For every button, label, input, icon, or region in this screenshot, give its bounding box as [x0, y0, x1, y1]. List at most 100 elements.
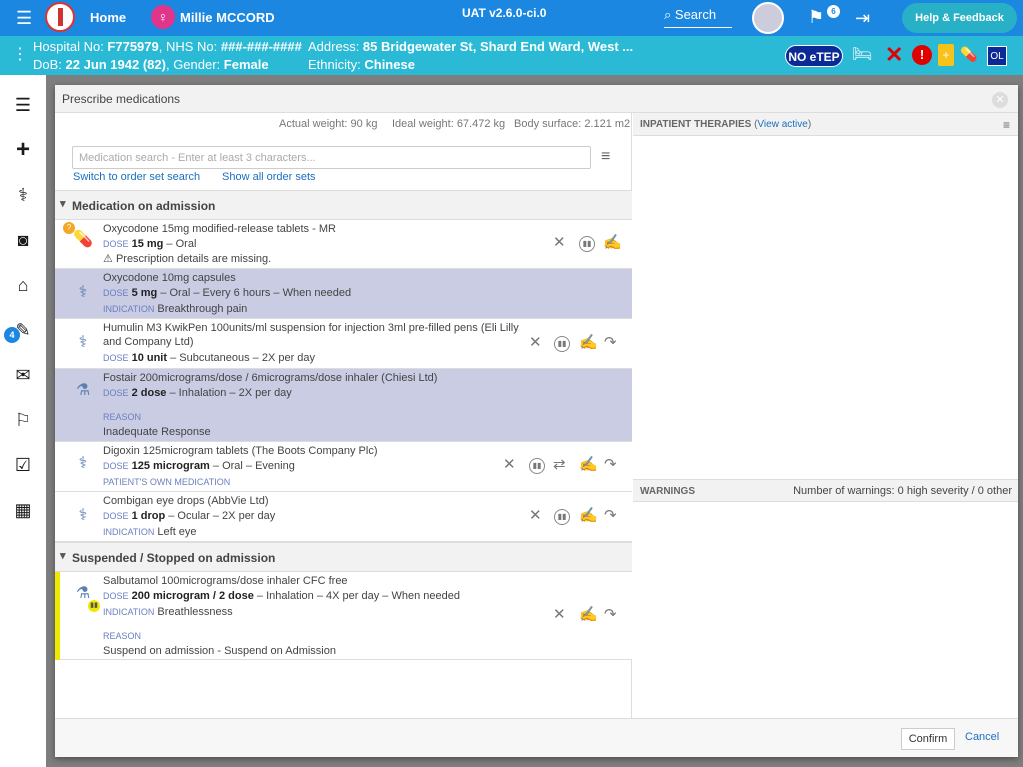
discharge-icon[interactable]: ⚐ [10, 407, 36, 433]
flag-count-badge: 6 [827, 5, 840, 18]
warnings-header: WARNINGS Number of warnings: 0 high sever… [633, 479, 1018, 502]
close-icon[interactable]: ✕ [992, 92, 1008, 108]
swap-icon[interactable]: ⇄ [553, 456, 566, 474]
list-item[interactable]: ? 💊 Oxycodone 15mg modified-release tabl… [55, 220, 632, 269]
med-indication: INDICATION Breathlessness [103, 606, 233, 618]
remove-icon[interactable]: ✕ [529, 334, 542, 352]
view-active-link[interactable]: View active [757, 119, 807, 130]
med-name: Humulin M3 KwikPen 100units/ml suspensio… [103, 322, 519, 348]
menu-icon[interactable]: ☰ [16, 9, 36, 27]
continue-icon[interactable]: ↷ [604, 507, 617, 525]
remove-icon[interactable]: ✕ [553, 606, 566, 624]
med-warning: ⚠ Prescription details are missing. [103, 253, 272, 265]
remove-icon[interactable]: ✕ [553, 234, 566, 252]
switch-order-set-link[interactable]: Switch to order set search [73, 171, 200, 183]
med-name: Oxycodone 15mg modified-release tablets … [103, 223, 336, 235]
medication-icon: ⚕ [78, 455, 88, 472]
prescription-badge: 4 [4, 327, 20, 343]
medication-search-input[interactable]: Medication search - Enter at least 3 cha… [72, 146, 591, 169]
continue-icon[interactable]: ↷ [604, 456, 617, 474]
female-patient-icon: ♀ [151, 5, 175, 29]
register-icon[interactable]: ▦ [10, 497, 36, 523]
remove-icon[interactable]: ✕ [503, 456, 516, 474]
edit-icon[interactable]: ✍ [579, 456, 598, 474]
actual-weight: Actual weight: 90 kg [279, 118, 378, 130]
dialog-header: Prescribe medications ✕ [55, 85, 1018, 113]
search-label: Search [674, 7, 717, 22]
checklist-icon[interactable]: ☑ [10, 452, 36, 478]
no-etep-badge[interactable]: NO eTEP [785, 45, 843, 67]
med-name: Combigan eye drops (AbbVie Ltd) [103, 495, 269, 507]
med-indication: INDICATION Breakthrough pain [103, 303, 248, 315]
medication-icon: ⚕ [78, 507, 88, 524]
confirm-button[interactable]: Confirm [901, 728, 955, 750]
app-logo[interactable] [45, 2, 75, 32]
dialog-title: Prescribe medications [62, 92, 181, 106]
med-dose: DOSE 5 mg – Oral – Every 6 hours – When … [103, 287, 352, 299]
dialog-footer: Confirm Cancel [55, 718, 1018, 757]
list-item[interactable]: ⚕ Combigan eye drops (AbbVie Ltd) DOSE 1… [55, 492, 632, 542]
red-x-icon[interactable]: ✕ [885, 43, 903, 67]
banner-menu-icon[interactable]: ⋮ [12, 46, 28, 64]
continue-icon[interactable]: ↷ [604, 606, 617, 624]
panel-menu-icon[interactable]: ≡ [1003, 118, 1010, 132]
address: Address: 85 Bridgewater St, Shard End Wa… [308, 39, 634, 54]
med-name: Oxycodone 10mg capsules [103, 272, 236, 284]
suspended-indicator [55, 572, 60, 660]
list-item[interactable]: ⚗ Fostair 200micrograms/dose / 6microgra… [55, 369, 632, 442]
pill-icon[interactable]: 💊 [960, 46, 980, 62]
list-item[interactable]: ⚕ Oxycodone 10mg capsules DOSE 5 mg – Or… [55, 269, 632, 319]
suspend-icon[interactable]: ▮▮ [529, 458, 545, 474]
edit-icon[interactable]: ✍ [603, 234, 622, 252]
search-icon: ⌕ [664, 7, 672, 22]
side-panel: INPATIENT THERAPIES (View active) ≡ WARNI… [633, 113, 1018, 718]
med-dose: DOSE 125 microgram – Oral – Evening [103, 460, 295, 472]
ideal-weight: Ideal weight: 67.472 kg [392, 118, 506, 130]
search-button[interactable]: ⌕ Search [664, 6, 732, 28]
remove-icon[interactable]: ✕ [529, 507, 542, 525]
user-avatar[interactable] [752, 2, 784, 34]
stethoscope-icon[interactable]: ⚕ [10, 182, 36, 208]
show-all-order-sets-link[interactable]: Show all order sets [222, 171, 316, 183]
paused-badge-icon: ▮▮ [88, 600, 100, 612]
clipboard-icon[interactable]: + [938, 44, 954, 66]
flag-icon[interactable]: ⚑ [808, 7, 824, 27]
suspend-icon[interactable]: ▮▮ [554, 509, 570, 525]
list-item[interactable]: ⚗ ▮▮ Salbutamol 100micrograms/dose inhal… [55, 572, 632, 660]
suspend-icon[interactable]: ▮▮ [579, 236, 595, 252]
section-medication-on-admission[interactable]: Medication on admission [55, 190, 632, 220]
inbox-icon[interactable]: ✉ [10, 362, 36, 388]
prescribe-panel: Actual weight: 90 kg Ideal weight: 67.47… [55, 113, 632, 718]
home-care-icon[interactable]: ⌂ [10, 272, 36, 298]
add-icon[interactable]: + [10, 137, 36, 163]
med-name: Fostair 200micrograms/dose / 6micrograms… [103, 372, 438, 384]
continue-icon[interactable]: ↷ [604, 334, 617, 352]
help-feedback-button[interactable]: Help & Feedback [902, 3, 1017, 33]
med-dose: DOSE 200 microgram / 2 dose – Inhalation… [103, 590, 460, 602]
warnings-count: Number of warnings: 0 high severity / 0 … [793, 485, 1012, 497]
patient-name[interactable]: Millie MCCORD [180, 10, 275, 25]
bed-icon[interactable]: 🛏 [852, 46, 880, 64]
list-item[interactable]: ⚕ Digoxin 125microgram tablets (The Boot… [55, 442, 632, 492]
ol-badge[interactable]: OL [987, 46, 1007, 66]
list-item[interactable]: ⚕ Humulin M3 KwikPen 100units/ml suspens… [55, 319, 632, 369]
medication-icon: ⚕ [78, 334, 88, 351]
suspend-icon[interactable]: ▮▮ [554, 336, 570, 352]
edit-icon[interactable]: ✍ [579, 334, 598, 352]
sidebar: ☰ + ⚕ ◙ ⌂ ✎ 4 ✉ ⚐ ☑ ▦ [0, 75, 46, 767]
edit-icon[interactable]: ✍ [579, 606, 598, 624]
med-dose: DOSE 10 unit – Subcutaneous – 2X per day [103, 352, 316, 364]
logout-icon[interactable]: ⇥ [855, 8, 870, 28]
alert-icon[interactable]: ! [912, 45, 932, 65]
list-icon[interactable]: ☰ [10, 92, 36, 118]
patients-own-medication: PATIENT'S OWN MEDICATION [103, 477, 231, 487]
med-name: Salbutamol 100micrograms/dose inhaler CF… [103, 575, 348, 587]
home-link[interactable]: Home [90, 10, 126, 25]
prescribe-dialog: Prescribe medications ✕ Actual weight: 9… [55, 85, 1018, 757]
cancel-button[interactable]: Cancel [965, 731, 999, 743]
camera-icon[interactable]: ◙ [10, 227, 36, 253]
edit-icon[interactable]: ✍ [579, 507, 598, 525]
body-surface: Body surface: 2.121 m2 [514, 118, 631, 130]
section-suspended-stopped[interactable]: Suspended / Stopped on admission [55, 542, 632, 572]
search-menu-icon[interactable]: ≡ [601, 149, 610, 165]
